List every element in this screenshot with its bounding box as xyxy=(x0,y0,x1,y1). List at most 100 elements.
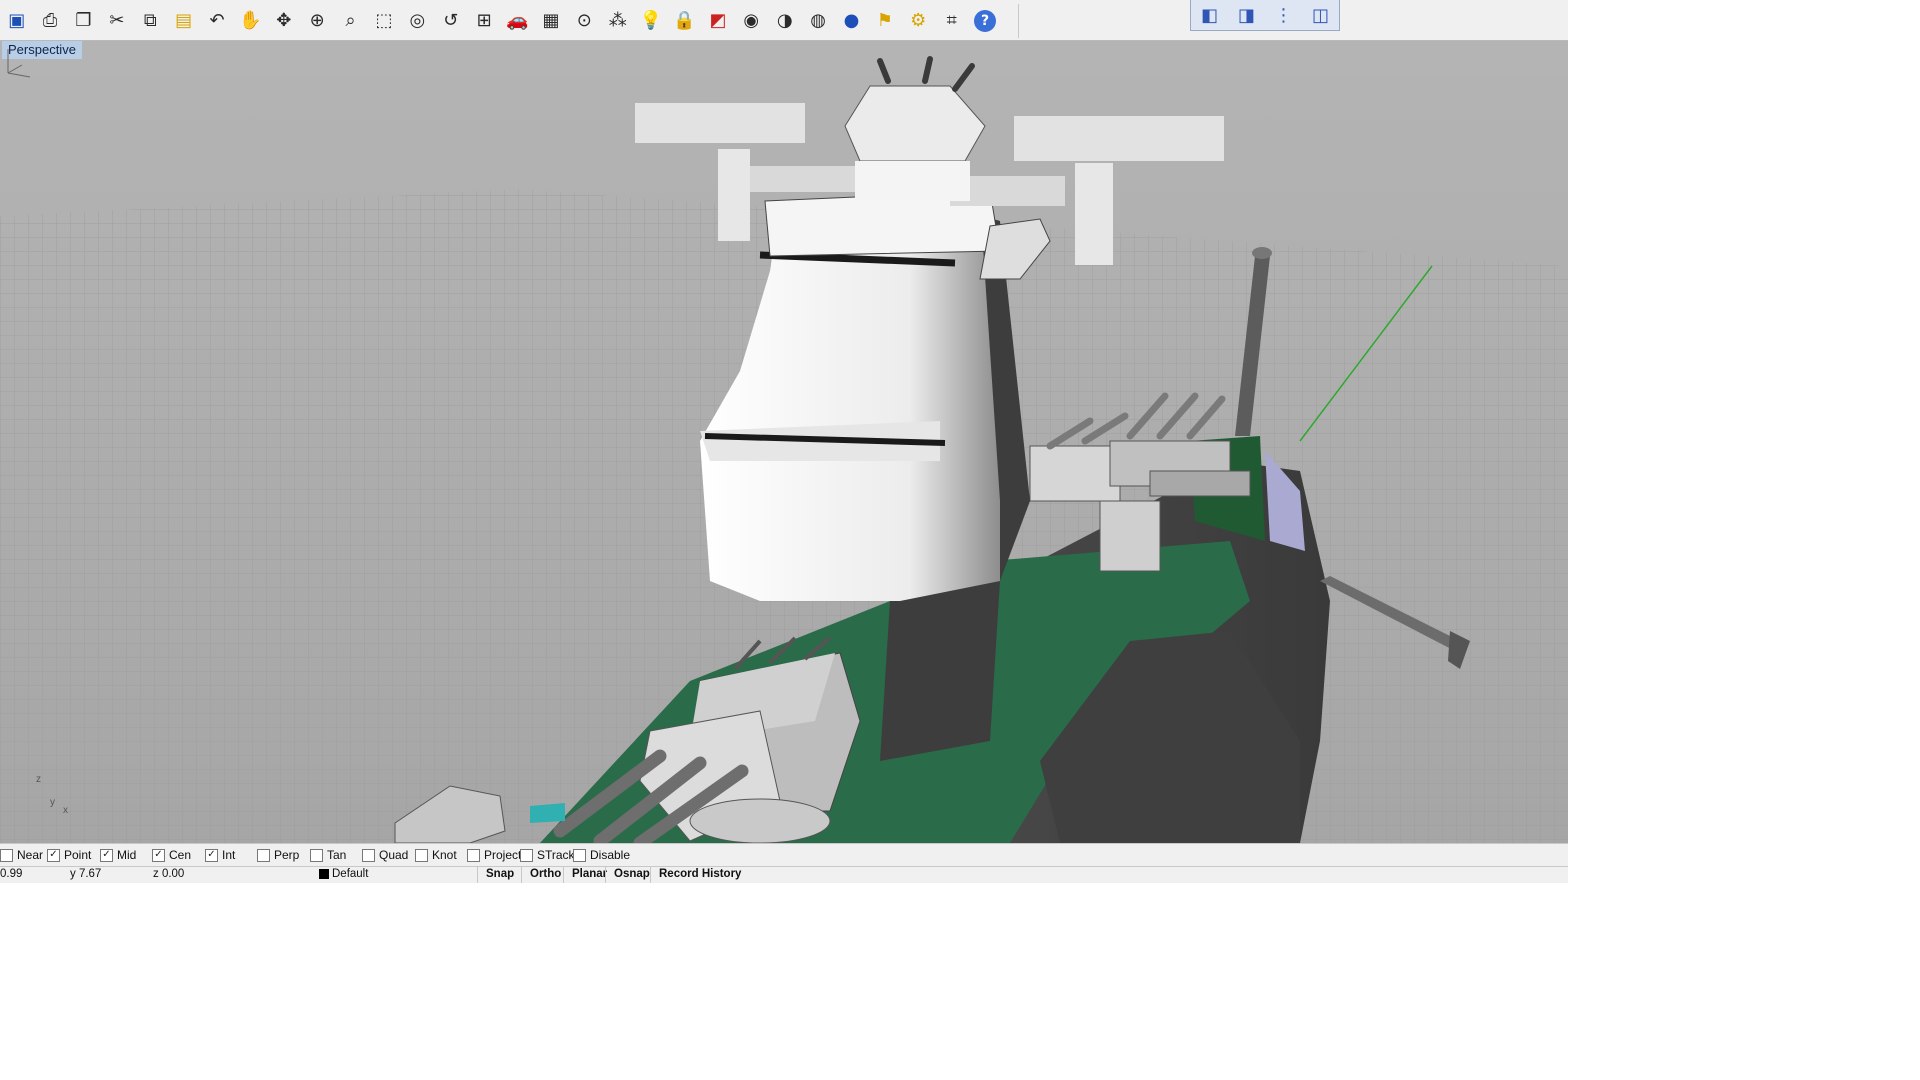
print-button[interactable]: ⎙ xyxy=(33,4,66,38)
osnap-disable-checkbox[interactable] xyxy=(573,848,586,862)
osnap-near-checkbox[interactable] xyxy=(0,848,13,862)
save-icon: ▣ xyxy=(8,10,26,31)
zoom-window-button[interactable]: ⌕ xyxy=(334,4,367,38)
grid-plane-button[interactable]: ▦ xyxy=(534,4,567,38)
osnap-strack-checkbox[interactable] xyxy=(520,848,533,862)
osnap-point-checkbox[interactable]: ✓ xyxy=(47,848,60,862)
point-object-button[interactable]: ⊙ xyxy=(568,4,601,38)
undo-button[interactable]: ↶ xyxy=(200,4,233,38)
shaded-sphere-button[interactable]: ◑ xyxy=(768,4,801,38)
settings-gear-button[interactable]: ⚙ xyxy=(902,4,935,38)
flag-icon: ⚑ xyxy=(876,10,893,31)
layer-icon: ◩ xyxy=(709,10,727,31)
status-bar: 0.99 y 7.67 z 0.00 Default Snap Ortho Plan… xyxy=(0,866,1568,883)
osnap-perp-checkbox[interactable] xyxy=(257,848,270,862)
open-document-button[interactable]: ❐ xyxy=(67,4,100,38)
zoom-extents-button[interactable]: ⬚ xyxy=(367,4,400,38)
osnap-label: Tan xyxy=(327,848,347,862)
wireframe-sphere-icon: ◍ xyxy=(810,10,826,31)
undo-view-button[interactable]: ↺ xyxy=(434,4,467,38)
osnap-disable[interactable]: Disable xyxy=(573,848,630,862)
undo-icon: ↶ xyxy=(209,10,225,31)
car-icon: 🚗 xyxy=(506,10,529,31)
pane-snap[interactable]: Snap xyxy=(477,867,521,883)
perspective-viewport[interactable]: Perspective z y x xyxy=(0,41,1568,843)
osnap-label: Disable xyxy=(590,848,631,862)
axis-z-label: z xyxy=(36,774,41,785)
current-layer[interactable]: Default xyxy=(319,868,368,880)
osnap-mid[interactable]: ✓ Mid xyxy=(100,848,136,862)
pane-ortho[interactable]: Ortho xyxy=(521,867,563,883)
zoom-window-icon: ⌕ xyxy=(345,10,356,31)
scene-render[interactable] xyxy=(0,41,1568,843)
point-object-icon: ⊙ xyxy=(576,10,592,31)
view-3d-box-icon[interactable]: ◧ xyxy=(1197,4,1223,26)
pane-osnap[interactable]: Osnap xyxy=(605,867,650,883)
zoom-dynamic-button[interactable]: ⊕ xyxy=(301,4,334,38)
four-viewports-icon: ⊞ xyxy=(476,10,492,31)
settings-gear-icon: ⚙ xyxy=(910,10,927,31)
view-layout-icon[interactable]: ◫ xyxy=(1308,4,1334,26)
paste-button[interactable]: ▤ xyxy=(167,4,200,38)
light-bulb-icon: 💡 xyxy=(639,10,663,31)
flag-button[interactable]: ⚑ xyxy=(868,4,901,38)
pane-record-history[interactable]: Record History xyxy=(650,867,750,883)
four-viewports-button[interactable]: ⊞ xyxy=(467,4,500,38)
lock-button[interactable]: 🔒 xyxy=(668,4,701,38)
view-front-icon[interactable]: ◨ xyxy=(1234,4,1260,26)
paste-icon: ▤ xyxy=(175,10,193,31)
osnap-points-button[interactable]: ⁂ xyxy=(601,4,634,38)
pan-hand-button[interactable]: ✋ xyxy=(234,4,267,38)
osnap-label: STrack xyxy=(537,848,575,862)
osnap-cen[interactable]: ✓ Cen xyxy=(152,848,191,862)
osnap-cen-checkbox[interactable]: ✓ xyxy=(152,848,165,862)
render-sphere-button[interactable]: ● xyxy=(835,4,868,38)
osnap-points-icon: ⁂ xyxy=(608,10,627,31)
open-document-icon: ❐ xyxy=(75,10,92,31)
osnap-label: Quad xyxy=(379,848,409,862)
zoom-selected-button[interactable]: ◎ xyxy=(401,4,434,38)
osnap-project[interactable]: Project xyxy=(467,848,521,862)
copy-button[interactable]: ⧉ xyxy=(134,4,167,38)
light-bulb-button[interactable]: 💡 xyxy=(634,4,667,38)
view-side-icon[interactable]: ⋮ xyxy=(1271,4,1297,26)
rotate-view-button[interactable]: ✥ xyxy=(267,4,300,38)
color-wheel-icon: ◉ xyxy=(743,10,760,31)
dimension-button[interactable]: ⌗ xyxy=(935,4,968,38)
osnap-knot[interactable]: Knot xyxy=(415,848,457,862)
osnap-tan-checkbox[interactable] xyxy=(310,848,323,862)
osnap-strack[interactable]: STrack xyxy=(520,848,575,862)
osnap-quad[interactable]: Quad xyxy=(362,848,408,862)
top-toolbar-area: ▣ ⎙ ❐ ✂ ⧉ ▤ ↶ ✋ ✥ ⊕ ⌕ ⬚ ◎ ↺ ⊞ 🚗 ▦ ⊙ ⁂ 💡 🔒 ◩ ◉ ◑ ◍ ● ⚑ ⚙ ⌗? ◧ ◨ ⋮ ◫ xyxy=(0,0,1568,41)
osnap-int[interactable]: ✓ Int xyxy=(205,848,235,862)
osnap-perp[interactable]: Perp xyxy=(257,848,299,862)
layer-color-swatch xyxy=(319,868,329,879)
osnap-tan[interactable]: Tan xyxy=(310,848,346,862)
cut-icon: ✂ xyxy=(109,10,125,31)
osnap-point[interactable]: ✓ Point xyxy=(47,848,91,862)
wireframe-sphere-button[interactable]: ◍ xyxy=(801,4,834,38)
osnap-int-checkbox[interactable]: ✓ xyxy=(205,848,218,862)
osnap-knot-checkbox[interactable] xyxy=(415,848,428,862)
save-button[interactable]: ▣ xyxy=(0,4,33,38)
osnap-label: Mid xyxy=(117,848,137,862)
help-button[interactable]: ? xyxy=(968,4,1001,38)
cut-button[interactable]: ✂ xyxy=(100,4,133,38)
osnap-label: Perp xyxy=(274,848,300,862)
color-wheel-button[interactable]: ◉ xyxy=(735,4,768,38)
pan-hand-icon: ✋ xyxy=(239,10,262,31)
osnap-mid-checkbox[interactable]: ✓ xyxy=(100,848,113,862)
osnap-quad-checkbox[interactable] xyxy=(362,848,375,862)
coord-x: 0.99 xyxy=(0,868,23,880)
osnap-label: Point xyxy=(64,848,92,862)
view-toolbar: ◧ ◨ ⋮ ◫ xyxy=(1190,0,1340,31)
car-button[interactable]: 🚗 xyxy=(501,4,534,38)
layer-name: Default xyxy=(332,868,369,880)
osnap-near[interactable]: Near xyxy=(0,848,43,862)
pane-planar[interactable]: Planar xyxy=(563,867,607,883)
osnap-label: Project xyxy=(484,848,522,862)
osnap-label: Int xyxy=(222,848,236,862)
layer-button[interactable]: ◩ xyxy=(701,4,734,38)
coord-z: z 0.00 xyxy=(153,868,185,880)
osnap-project-checkbox[interactable] xyxy=(467,848,480,862)
